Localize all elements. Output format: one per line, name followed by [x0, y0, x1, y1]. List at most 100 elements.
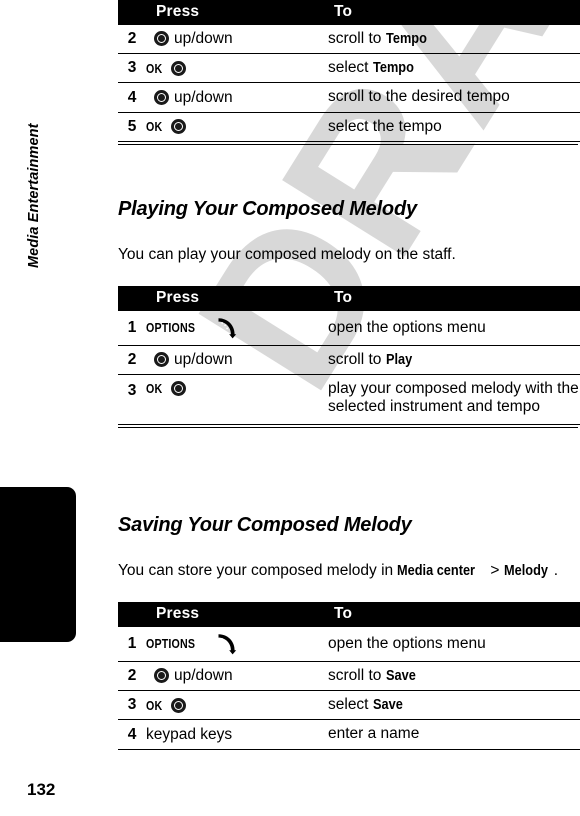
press-key-label: OK	[146, 697, 163, 713]
press-cell: OK	[146, 690, 328, 721]
press-key-label: OPTIONS	[146, 320, 196, 336]
to-text: scroll to	[328, 666, 386, 684]
header-to: To	[328, 0, 580, 25]
press-cell: OPTIONS	[146, 626, 328, 662]
step-number: 3	[118, 374, 146, 425]
to-cell: play your composed melody with the selec…	[328, 374, 580, 425]
intro-text-sep: >	[486, 562, 504, 579]
press-cell: up/down	[146, 82, 328, 113]
press-label: up/down	[174, 88, 233, 106]
nav-key-icon	[154, 90, 169, 106]
header-to: To	[328, 286, 580, 311]
table-row: 2 up/down scroll to Tempo	[118, 24, 580, 55]
step-number: 2	[118, 345, 146, 376]
step-number: 3	[118, 690, 146, 721]
table-bottom-rule	[118, 426, 578, 431]
to-cell: select the tempo	[328, 112, 580, 142]
intro-bold-media-center: Media center	[397, 563, 476, 579]
to-cell: scroll to Save	[328, 661, 580, 692]
nav-key-icon	[170, 697, 186, 713]
table-row: 1 OPTIONS open the options menu	[118, 626, 580, 662]
press-cell: up/down	[146, 24, 328, 55]
press-cell: OPTIONS	[146, 310, 328, 346]
header-press: Press	[146, 286, 328, 311]
to-cell: open the options menu	[328, 626, 580, 662]
table-row: 4 up/down scroll to the desired tempo	[118, 82, 580, 113]
to-text-bold: Save	[385, 667, 416, 684]
table-header: Press To	[118, 602, 580, 627]
page-side-rail: Media Entertainment 132	[0, 0, 118, 816]
step-number: 3	[118, 53, 146, 84]
section-intro-saving: You can store your composed melody in Me…	[118, 562, 558, 581]
to-text: select	[328, 59, 373, 77]
table-body: 1 OPTIONS open the options menu 2 up/dow…	[118, 310, 580, 425]
to-cell: enter a name	[328, 719, 580, 750]
press-label: keypad keys	[146, 725, 233, 743]
table-row: 1 OPTIONS open the options menu	[118, 310, 580, 346]
procedure-table: Press To 1 OPTIONS open the options menu…	[118, 286, 580, 425]
section-heading: Playing Your Composed Melody	[118, 198, 417, 220]
nav-key-icon	[170, 119, 186, 135]
press-label: up/down	[174, 350, 233, 368]
header-press: Press	[146, 602, 328, 627]
header-step-number	[118, 286, 146, 311]
press-cell: OK	[146, 374, 328, 425]
table-row: 5 OK select the tempo	[118, 112, 580, 142]
table-row: 3 OK select Save	[118, 690, 580, 721]
to-text: scroll to	[328, 350, 386, 368]
press-label: up/down	[174, 29, 233, 47]
intro-text-pre: You can store your composed melody in	[118, 562, 398, 579]
procedure-table-playing-wrapper: Press To 1 OPTIONS open the options menu…	[118, 286, 580, 431]
step-number: 2	[118, 24, 146, 55]
press-cell: keypad keys	[146, 719, 328, 750]
table-header: Press To	[118, 0, 580, 25]
section-setting-tempo-continued: Press To 2 up/down scroll to Tempo 3 OK …	[118, 0, 580, 148]
section-intro-text: You can play your composed melody on the…	[118, 246, 456, 263]
press-key-label: OK	[146, 119, 163, 135]
step-number: 1	[118, 310, 146, 346]
press-cell: up/down	[146, 345, 328, 376]
section-playing-your-composed-melody: Playing Your Composed Melody	[118, 198, 417, 221]
header-press: Press	[146, 0, 328, 25]
to-text: scroll to	[328, 29, 386, 47]
intro-bold-melody: Melody	[503, 563, 548, 579]
page-content: Press To 2 up/down scroll to Tempo 3 OK …	[118, 0, 580, 816]
section-saving-your-composed-melody: Saving Your Composed Melody	[118, 514, 412, 537]
press-label: up/down	[174, 666, 233, 684]
press-key-label: OK	[146, 60, 163, 76]
table-row: 3 OK select Tempo	[118, 53, 580, 84]
to-text: select	[328, 696, 373, 714]
procedure-table: Press To 2 up/down scroll to Tempo 3 OK …	[118, 0, 580, 142]
table-row: 4 keypad keys enter a name	[118, 719, 580, 750]
procedure-table: Press To 1 OPTIONS open the options menu…	[118, 602, 580, 750]
section-intro-text: You can store your composed melody in Me…	[118, 562, 558, 581]
to-cell: scroll to the desired tempo	[328, 82, 580, 113]
to-text-bold: Tempo	[372, 60, 414, 77]
soft-key-icon	[215, 316, 239, 340]
press-cell: OK	[146, 112, 328, 142]
nav-key-icon	[154, 668, 169, 684]
to-cell: open the options menu	[328, 310, 580, 346]
procedure-table-saving-wrapper: Press To 1 OPTIONS open the options menu…	[118, 602, 580, 750]
press-key-label: OK	[146, 381, 163, 397]
table-header: Press To	[118, 286, 580, 311]
to-cell: scroll to Tempo	[328, 24, 580, 55]
step-number: 1	[118, 626, 146, 662]
nav-key-icon	[170, 60, 186, 76]
nav-key-icon	[154, 31, 169, 47]
table-row: 3 OK play your composed melody with the …	[118, 374, 580, 425]
header-step-number	[118, 602, 146, 627]
nav-key-icon	[170, 381, 186, 397]
table-row: 2 up/down scroll to Save	[118, 661, 580, 692]
table-row: 2 up/down scroll to Play	[118, 345, 580, 376]
to-text-bold: Play	[385, 351, 412, 368]
press-cell: OK	[146, 53, 328, 84]
step-number: 4	[118, 719, 146, 750]
to-cell: scroll to Play	[328, 345, 580, 376]
table-body: 2 up/down scroll to Tempo 3 OK select Te…	[118, 24, 580, 142]
to-text-bold: Tempo	[385, 30, 427, 47]
step-number: 2	[118, 661, 146, 692]
step-number: 5	[118, 112, 146, 142]
header-step-number	[118, 0, 146, 25]
chapter-tab-marker	[0, 487, 76, 642]
